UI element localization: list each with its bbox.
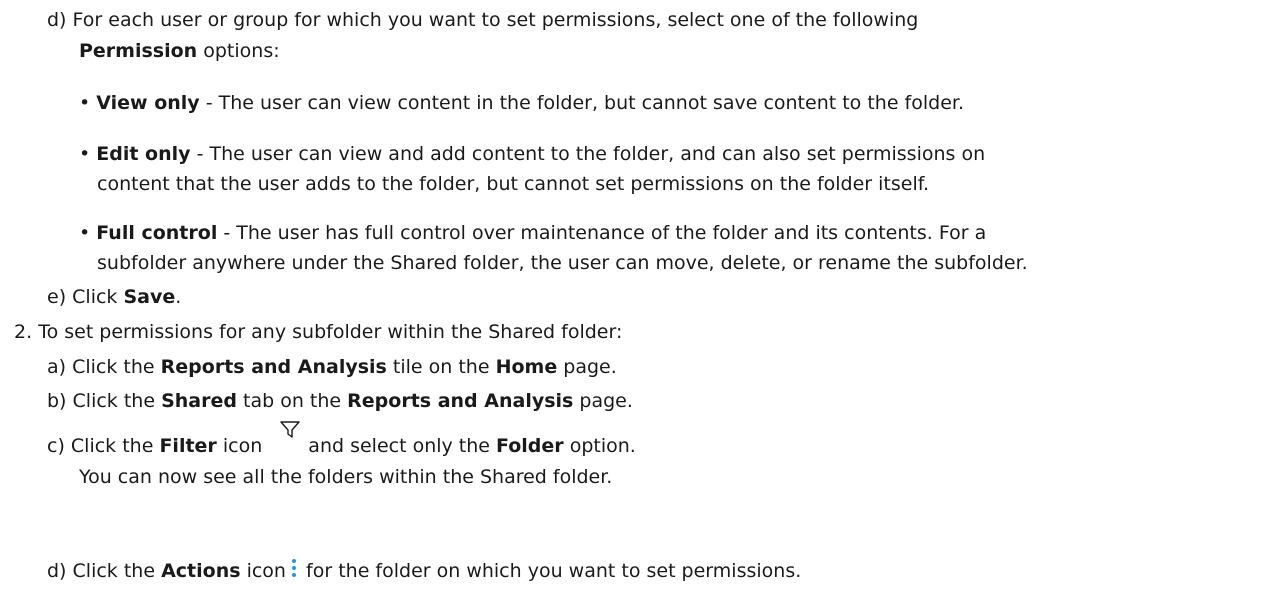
step-text: icon xyxy=(246,560,286,582)
step-text: page. xyxy=(579,390,633,412)
step-text: page. xyxy=(563,356,617,378)
option-title: Full control xyxy=(96,222,218,244)
step-text: tab on the xyxy=(243,390,342,412)
actions-icon xyxy=(292,559,296,577)
option-title: Edit only xyxy=(96,143,191,165)
step-text: icon xyxy=(222,435,263,457)
option-text: - The user has full control over mainten… xyxy=(223,222,987,244)
step-2c: c) Click the Filter icon and select only… xyxy=(47,434,636,458)
shared-term: Shared xyxy=(161,390,237,412)
bullet: • xyxy=(79,143,91,165)
step-marker: a) xyxy=(47,356,67,378)
step-marker: d) xyxy=(47,9,67,31)
permission-term: Permission xyxy=(79,40,198,62)
punctuation: . xyxy=(175,286,182,308)
step-text: Click the xyxy=(72,390,156,412)
step-marker: d) xyxy=(47,560,67,582)
step-text: To set permissions for any subfolder wit… xyxy=(38,321,623,343)
step-1e: e) Click Save. xyxy=(47,285,181,309)
step-2b: b) Click the Shared tab on the Reports a… xyxy=(47,389,633,413)
option-text: - The user can view and add content to t… xyxy=(196,143,986,165)
option-edit-only: • Edit only - The user can view and add … xyxy=(79,142,985,166)
step-text: Click xyxy=(72,286,118,308)
reports-and-analysis-term: Reports and Analysis xyxy=(160,356,387,378)
reports-and-analysis-term: Reports and Analysis xyxy=(347,390,574,412)
step-text: for the folder on which you want to set … xyxy=(306,560,802,582)
actions-term: Actions xyxy=(161,560,241,582)
step-2c-result: You can now see all the folders within t… xyxy=(79,465,612,489)
step-1d: d) For each user or group for which you … xyxy=(47,8,918,32)
option-full-control: • Full control - The user has full contr… xyxy=(79,221,986,245)
option-title: View only xyxy=(96,92,200,114)
step-text: Click the xyxy=(72,560,156,582)
option-text: - The user can view content in the folde… xyxy=(205,92,965,114)
step-text: Click the xyxy=(70,435,154,457)
step-2: 2. To set permissions for any subfolder … xyxy=(14,320,622,344)
step-text: options: xyxy=(203,40,280,62)
step-marker: c) xyxy=(47,435,65,457)
option-text: subfolder anywhere under the Shared fold… xyxy=(97,252,1028,274)
filter-term: Filter xyxy=(159,435,217,457)
step-1d-cont: Permission options: xyxy=(79,39,280,63)
save-term: Save xyxy=(123,286,176,308)
filter-icon xyxy=(280,421,300,438)
step-text: For each user or group for which you wan… xyxy=(72,9,919,31)
bullet: • xyxy=(79,222,91,244)
step-marker: e) xyxy=(47,286,67,308)
folder-term: Folder xyxy=(496,435,564,457)
option-full-control-cont: subfolder anywhere under the Shared fold… xyxy=(97,251,1028,275)
step-2d: d) Click the Actions icon for the folder… xyxy=(47,559,801,583)
step-text: option. xyxy=(569,435,636,457)
option-edit-only-cont: content that the user adds to the folder… xyxy=(97,172,929,196)
step-text: and select only the xyxy=(308,435,490,457)
home-term: Home xyxy=(495,356,558,378)
bullet: • xyxy=(79,92,91,114)
option-view-only: • View only - The user can view content … xyxy=(79,91,964,115)
step-text: tile on the xyxy=(392,356,490,378)
step-2a: a) Click the Reports and Analysis tile o… xyxy=(47,355,617,379)
result-text: You can now see all the folders within t… xyxy=(79,466,613,488)
step-marker: b) xyxy=(47,390,67,412)
step-text: Click the xyxy=(72,356,155,378)
option-text: content that the user adds to the folder… xyxy=(97,173,930,195)
step-marker: 2. xyxy=(14,321,33,343)
